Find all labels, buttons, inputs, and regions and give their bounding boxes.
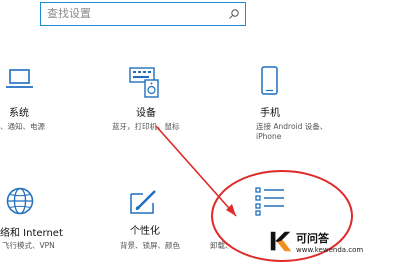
k-logo-icon — [270, 231, 292, 252]
tile-phone[interactable]: 手机 连接 Android 设备、 iPhone — [250, 66, 330, 146]
watermark-brand: 可问答 — [296, 232, 329, 245]
laptop-icon — [6, 69, 33, 88]
tile-system[interactable]: 系统 、通知、电源 — [0, 66, 70, 136]
tile-personalization-title: 个性化 — [130, 226, 160, 237]
tile-network[interactable]: 络和 Internet 飞行模式、VPN — [0, 186, 80, 256]
tile-phone-desc-line1: 连接 Android 设备、 — [256, 122, 328, 131]
tile-devices-title: 设备 — [136, 108, 156, 119]
tile-system-title: 系统 — [9, 108, 29, 119]
watermark-url: www.kewenda.com — [296, 246, 364, 254]
annotation-arrow-head — [226, 204, 236, 216]
tile-network-title: 络和 Internet — [0, 228, 63, 239]
tile-system-desc: 、通知、电源 — [0, 122, 45, 131]
tile-personalization-desc: 背景、锁屏、颜色 — [120, 241, 180, 250]
tile-phone-desc-line2: iPhone — [256, 132, 282, 141]
search-icon — [229, 9, 239, 19]
paint-brush-icon — [130, 190, 156, 214]
search-input[interactable]: 查找设置 — [40, 2, 246, 26]
keyboard-speaker-icon — [129, 67, 159, 98]
tile-apps-desc: 卸载、 — [210, 241, 233, 250]
list-icon — [255, 187, 284, 216]
watermark: 可问答 www.kewenda.com — [266, 226, 396, 260]
phone-icon — [261, 66, 278, 95]
tile-phone-title: 手机 — [260, 108, 280, 119]
search-placeholder: 查找设置 — [47, 7, 91, 20]
tile-personalization[interactable]: 个性化 背景、锁屏、颜色 — [112, 186, 202, 256]
tile-network-desc: 飞行模式、VPN — [2, 241, 55, 250]
tile-devices[interactable]: 设备 蓝牙，打印机，鼠标 — [112, 66, 202, 136]
settings-window: 查找设置 系统 、通知、电源 设备 蓝牙，打印机，鼠标 手机 连接 Androi… — [0, 0, 396, 263]
tile-devices-desc: 蓝牙，打印机，鼠标 — [112, 122, 180, 131]
globe-icon — [6, 187, 34, 215]
